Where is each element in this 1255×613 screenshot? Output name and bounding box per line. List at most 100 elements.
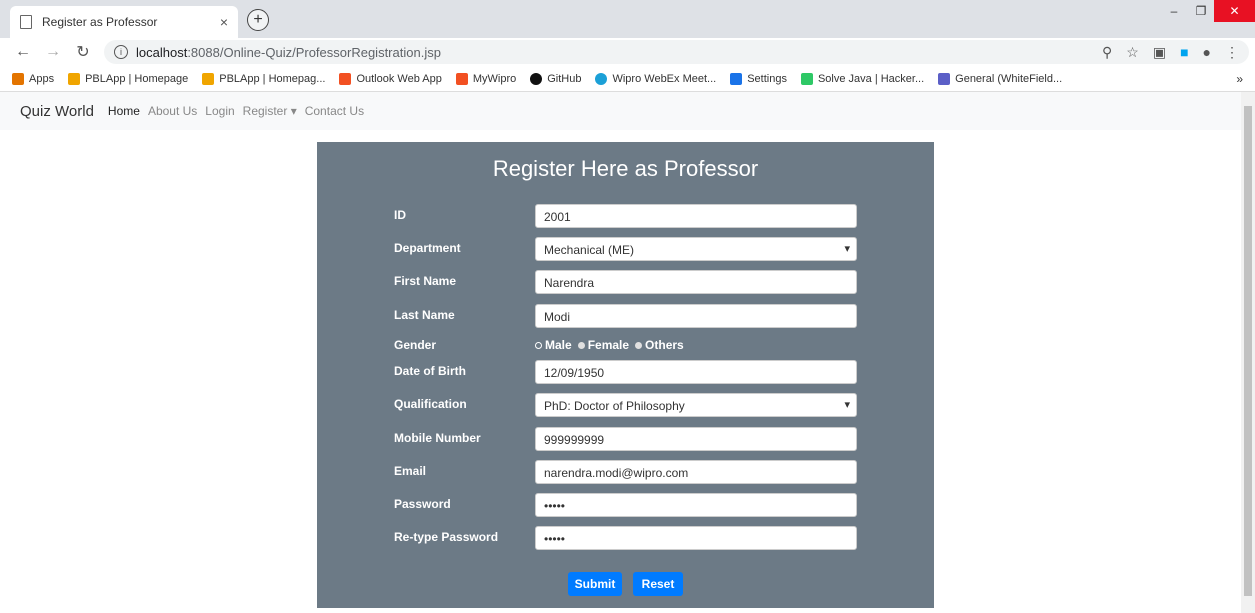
site-navbar: Quiz World Home About Us Login Register …: [0, 92, 1241, 130]
extension-icon[interactable]: ▣: [1153, 44, 1166, 61]
bookmark-item[interactable]: Settings: [730, 72, 787, 85]
new-tab-button[interactable]: +: [247, 9, 269, 31]
row-last-name: Last Name Modi: [317, 304, 934, 328]
dob-field[interactable]: 12/09/1950: [535, 360, 857, 384]
department-select[interactable]: Mechanical (ME): [535, 237, 857, 261]
email-label: Email: [394, 464, 427, 478]
minimize-icon[interactable]: –: [1160, 0, 1188, 22]
retype-password-label: Re-type Password: [394, 530, 499, 544]
java-icon: [202, 72, 215, 85]
info-icon[interactable]: i: [114, 45, 128, 59]
nav-register-dropdown[interactable]: Register ▾: [243, 104, 297, 118]
brand-link[interactable]: Quiz World: [20, 103, 94, 120]
bookmark-item[interactable]: Wipro WebEx Meet...: [595, 72, 717, 85]
bookmark-item[interactable]: PBLApp | Homepag...: [202, 72, 325, 85]
address-bar-row: ← → ↻ i localhost:8088/Online-Quiz/Profe…: [0, 38, 1255, 66]
gender-others-label: Others: [645, 338, 684, 352]
qualification-value: PhD: Doctor of Philosophy: [544, 399, 685, 413]
row-retype-password: Re-type Password •••••: [317, 526, 934, 550]
page-icon: [20, 15, 32, 29]
bookmark-label: MyWipro: [472, 72, 517, 85]
gender-female-radio[interactable]: [577, 341, 585, 349]
scrollbar[interactable]: [1241, 92, 1255, 613]
bookmark-label: Wipro WebEx Meet...: [612, 72, 717, 85]
password-field[interactable]: •••••: [535, 493, 857, 517]
qualification-label: Qualification: [394, 397, 467, 411]
first-name-label: First Name: [394, 274, 457, 288]
last-name-label: Last Name: [394, 308, 455, 322]
gender-male-radio[interactable]: [535, 341, 542, 349]
windows-icon: [455, 72, 468, 85]
nav-about[interactable]: About Us: [148, 104, 197, 118]
apps-grid-icon: [12, 72, 24, 85]
bookmark-item[interactable]: Apps: [12, 72, 55, 85]
bookmark-label: Solve Java | Hacker...: [817, 72, 925, 85]
tab-title: Register as Professor: [42, 15, 158, 29]
row-email: Email narendra.modi@wipro.com: [317, 460, 934, 484]
bookmarks-bar: Apps PBLApp | Homepage PBLApp | Homepag...…: [0, 66, 1255, 92]
nav-home[interactable]: Home: [108, 104, 140, 118]
zoom-icon[interactable]: ⚲: [1102, 44, 1112, 61]
registration-panel: Register Here as Professor ID 2001 Depar…: [317, 142, 934, 608]
mobile-label: Mobile Number: [394, 431, 481, 445]
windows-icon: [339, 72, 352, 85]
bookmark-item[interactable]: MyWipro: [455, 72, 517, 85]
bookmark-item[interactable]: Outlook Web App: [339, 72, 442, 85]
row-dob: Date of Birth 12/09/1950: [317, 360, 934, 384]
submit-button[interactable]: Submit: [568, 572, 622, 596]
gender-label: Gender: [394, 338, 437, 352]
url-host: localhost: [136, 44, 188, 60]
close-window-icon[interactable]: ✕: [1214, 0, 1255, 22]
email-field[interactable]: narendra.modi@wipro.com: [535, 460, 857, 484]
tab-close-icon[interactable]: ×: [220, 14, 228, 30]
bookmark-label: GitHub: [547, 72, 582, 85]
password-label: Password: [394, 497, 451, 511]
star-icon[interactable]: ☆: [1126, 44, 1139, 61]
qualification-select[interactable]: PhD: Doctor of Philosophy: [535, 393, 857, 417]
department-value: Mechanical (ME): [544, 243, 635, 257]
bookmark-item[interactable]: GitHub: [530, 72, 582, 85]
nav-contact[interactable]: Contact Us: [305, 104, 364, 118]
gear-icon: [730, 72, 743, 85]
mobile-field[interactable]: 999999999: [535, 427, 857, 451]
bookmark-item[interactable]: Solve Java | Hacker...: [800, 72, 925, 85]
row-mobile: Mobile Number 999999999: [317, 427, 934, 451]
row-gender: Gender Male Female Others: [317, 334, 934, 358]
teams-icon: [938, 72, 951, 85]
back-icon[interactable]: ←: [12, 41, 34, 63]
browser-tab-strip: Register as Professor × + – ❐ ✕: [0, 0, 1255, 38]
reset-button[interactable]: Reset: [633, 572, 683, 596]
scrollbar-thumb[interactable]: [1244, 106, 1252, 596]
webex-icon: [595, 72, 608, 85]
forward-icon[interactable]: →: [42, 41, 64, 63]
bookmark-item[interactable]: General (WhiteField...: [938, 72, 1062, 85]
url-bar[interactable]: i localhost:8088/Online-Quiz/ProfessorRe…: [104, 40, 1249, 64]
nav-login[interactable]: Login: [205, 104, 234, 118]
bookmarks-overflow-icon[interactable]: »: [1236, 72, 1243, 86]
gender-radio-group: Male Female Others: [535, 338, 684, 352]
id-field[interactable]: 2001: [535, 204, 857, 228]
id-label: ID: [394, 208, 406, 222]
gender-female-label: Female: [587, 338, 630, 352]
form-title: Register Here as Professor: [492, 156, 759, 181]
bookmark-label: Apps: [29, 72, 55, 85]
last-name-field[interactable]: Modi: [535, 304, 857, 328]
department-label: Department: [394, 241, 461, 255]
row-id: ID 2001: [317, 204, 934, 228]
menu-icon[interactable]: ⋮: [1225, 44, 1239, 61]
hackerrank-icon: [800, 72, 813, 85]
windows-ext-icon[interactable]: ■: [1180, 44, 1188, 60]
retype-password-field[interactable]: •••••: [535, 526, 857, 550]
url-path: :8088/Online-Quiz/ProfessorRegistration.…: [187, 44, 441, 60]
row-qualification: Qualification PhD: Doctor of Philosophy: [317, 393, 934, 417]
browser-tab[interactable]: Register as Professor ×: [10, 6, 238, 38]
profile-icon[interactable]: ●: [1203, 44, 1211, 60]
first-name-field[interactable]: Narendra: [535, 270, 857, 294]
restore-icon[interactable]: ❐: [1188, 0, 1214, 22]
bookmark-item[interactable]: PBLApp | Homepage: [68, 72, 188, 85]
gender-others-radio[interactable]: [635, 341, 643, 349]
page-content: Quiz World Home About Us Login Register …: [0, 92, 1241, 613]
java-icon: [68, 72, 81, 85]
reload-icon[interactable]: ↻: [72, 41, 94, 63]
dob-label: Date of Birth: [394, 364, 466, 378]
